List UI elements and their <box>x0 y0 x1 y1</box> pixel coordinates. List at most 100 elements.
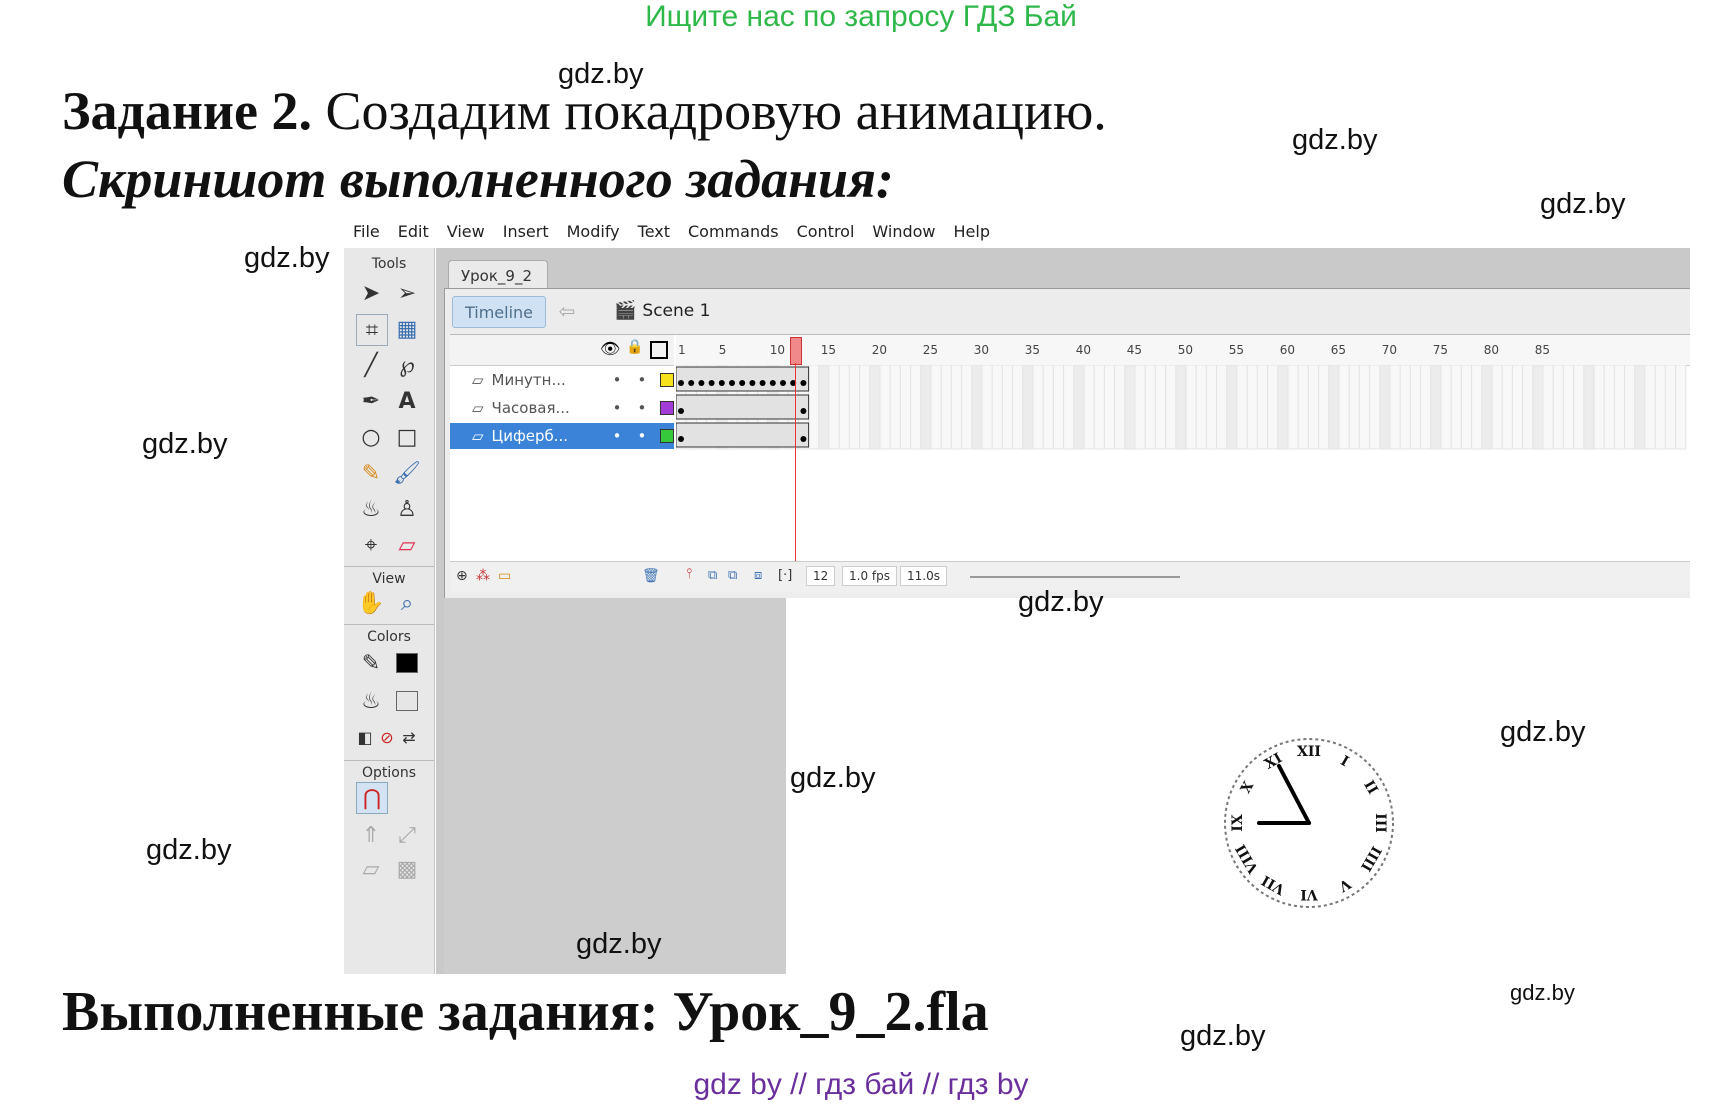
timeline-scrollbar[interactable] <box>970 576 1180 578</box>
brush-tool-icon[interactable]: 🖌 <box>392 458 422 488</box>
delete-layer-icon[interactable]: 🗑 <box>642 568 660 584</box>
clock-numeral: VIII <box>1233 841 1263 876</box>
rectangle-tool-icon[interactable]: □ <box>392 422 422 452</box>
text-tool-icon[interactable]: A <box>392 386 422 416</box>
frame-cell <box>1052 365 1065 450</box>
playhead[interactable] <box>790 337 802 365</box>
layer-icon: ▱ <box>472 399 484 417</box>
menu-item-modify[interactable]: Modify <box>558 214 629 248</box>
center-frame-icon[interactable]: ⫯ <box>686 566 692 582</box>
ink-bottle-tool-icon[interactable]: ♨ <box>356 494 386 524</box>
paint-bucket-tool-icon[interactable]: ♙ <box>392 494 422 524</box>
layer-color-swatch[interactable] <box>660 373 674 387</box>
layer-color-swatch[interactable] <box>660 429 674 443</box>
frame-cell <box>1205 365 1218 450</box>
frame-cell <box>879 365 891 450</box>
layer-row[interactable]: ▱ Циферб... • • <box>450 423 674 449</box>
frame-cell <box>1471 365 1483 450</box>
layer-row[interactable]: ▱ Часовая... • • <box>450 395 674 421</box>
fill-color-swatch[interactable] <box>392 686 422 716</box>
frame-cell <box>1195 365 1207 450</box>
scene-label[interactable]: 🎬 Scene 1 <box>614 300 710 321</box>
pen-tool-icon[interactable]: ✒ <box>356 386 386 416</box>
frame-cell <box>1511 365 1524 450</box>
hand-tool-icon[interactable]: ✋ <box>356 588 386 618</box>
document-tab[interactable]: Урок_9_2 <box>448 260 548 288</box>
keyframe <box>678 380 684 386</box>
frame-cell <box>1542 365 1554 450</box>
stroke-color-swatch[interactable] <box>392 648 422 678</box>
lock-dot[interactable]: • <box>637 399 646 417</box>
frame-cell <box>1440 365 1452 450</box>
scale-option-icon[interactable]: ⤢ <box>392 820 422 850</box>
ruler-tick-label: 1 <box>678 343 686 357</box>
frame-cell <box>1552 365 1564 450</box>
add-folder-icon[interactable]: ▭ <box>498 568 511 584</box>
lasso-tool-icon[interactable]: ℘ <box>392 350 422 380</box>
eye-icon[interactable]: 👁 <box>600 339 620 358</box>
ruler-tick-label: 85 <box>1534 343 1551 357</box>
lock-dot[interactable]: • <box>637 371 646 389</box>
frame-cell <box>930 365 942 450</box>
layer-row[interactable]: ▱ Минутн... • • <box>450 367 674 393</box>
arrow-tool-icon[interactable]: ➤ <box>356 278 386 308</box>
menu-item-text[interactable]: Text <box>629 214 679 248</box>
add-layer-icon[interactable]: ⊕ <box>456 568 468 584</box>
envelope-option-icon[interactable]: ▩ <box>392 854 422 884</box>
eyedropper-tool-icon[interactable]: ⌖ <box>356 530 386 560</box>
frame-cell <box>1369 365 1381 450</box>
menu-item-insert[interactable]: Insert <box>494 214 558 248</box>
keyframe <box>688 380 695 386</box>
subselect-tool-icon[interactable]: ➢ <box>392 278 422 308</box>
menu-item-help[interactable]: Help <box>945 214 999 248</box>
ruler-tick-label: 10 <box>769 343 786 357</box>
layer-color-swatch[interactable] <box>660 401 674 415</box>
back-arrow-icon[interactable]: ⇦ <box>554 296 580 326</box>
task-text: Создадим покадровую анимацию. <box>325 81 1107 141</box>
menu-item-view[interactable]: View <box>438 214 494 248</box>
free-transform-tool-icon[interactable]: ⌗ <box>356 314 388 346</box>
snap-magnet-icon[interactable]: ⋂ <box>356 782 388 814</box>
modify-markers-icon[interactable]: [·] <box>778 568 792 583</box>
top-link[interactable]: Ищите нас по запросу ГДЗ Бай <box>0 0 1722 34</box>
stroke-color-icon[interactable]: ✎ <box>356 648 386 678</box>
line-tool-icon[interactable]: ╱ <box>356 350 386 380</box>
frame-cell <box>1246 365 1258 450</box>
fill-color-icon[interactable]: ♨ <box>356 686 386 716</box>
onion-outline-icon[interactable]: ⧉ <box>728 568 737 583</box>
menu-item-file[interactable]: File <box>344 214 389 248</box>
visibility-dot[interactable]: • <box>613 427 622 445</box>
add-guide-icon[interactable]: ⁂ <box>476 568 490 584</box>
pencil-tool-icon[interactable]: ✎ <box>356 458 386 488</box>
ruler-tick-label: 80 <box>1483 343 1500 357</box>
visibility-dot[interactable]: • <box>613 371 622 389</box>
tools-panel: Tools ➤ ➢ ⌗ ▦ ╱ ℘ ✒ A ○ □ ✎ 🖌 ♨ ♙ ⌖ ▱ Vi… <box>344 248 435 974</box>
view-title: View <box>344 566 434 587</box>
visibility-dot[interactable]: • <box>613 399 622 417</box>
lock-dot[interactable]: • <box>637 427 646 445</box>
menu-item-edit[interactable]: Edit <box>389 214 438 248</box>
frame-cell <box>1491 365 1503 450</box>
timeline-button[interactable]: Timeline <box>452 296 546 328</box>
footer-links[interactable]: gdz by // гдз бай // гдз by <box>0 1068 1722 1102</box>
zoom-tool-icon[interactable]: ⌕ <box>392 588 422 618</box>
frame-cell <box>1236 365 1248 450</box>
ruler-tick-label: 25 <box>922 343 939 357</box>
oval-tool-icon[interactable]: ○ <box>356 422 386 452</box>
swap-colors-icon[interactable]: ⇄ <box>394 722 424 752</box>
edit-multiple-icon[interactable]: ⧈ <box>754 568 762 583</box>
lock-icon[interactable]: 🔒 <box>626 339 643 355</box>
frame-cell <box>1277 365 1289 450</box>
outline-icon[interactable] <box>650 341 668 359</box>
clock-numeral: III <box>1372 813 1388 833</box>
menu-item-commands[interactable]: Commands <box>679 214 788 248</box>
menu-item-window[interactable]: Window <box>863 214 944 248</box>
gradient-tool-icon[interactable]: ▦ <box>392 314 422 344</box>
frame-cell <box>838 365 850 450</box>
distort-option-icon[interactable]: ▱ <box>356 854 386 884</box>
eraser-tool-icon[interactable]: ▱ <box>392 530 422 560</box>
smooth-option-icon[interactable]: ⇑ <box>356 820 386 850</box>
frame-cell <box>1144 365 1156 450</box>
onion-skin-icon[interactable]: ⧉ <box>708 568 717 583</box>
menu-item-control[interactable]: Control <box>788 214 864 248</box>
